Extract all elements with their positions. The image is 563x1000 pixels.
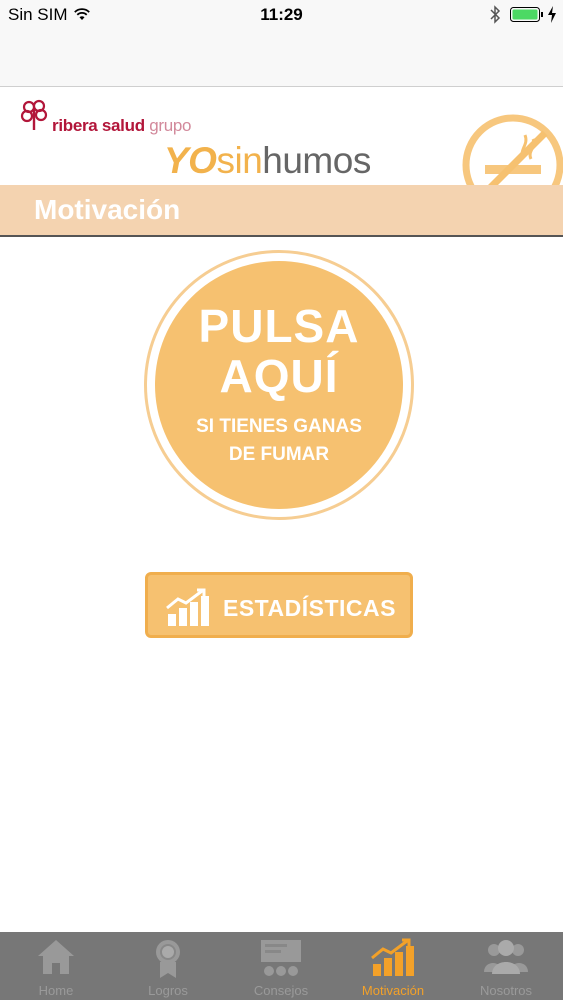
section-divider: [0, 235, 563, 237]
tab-home-label: Home: [38, 983, 74, 998]
clock: 11:29: [260, 5, 303, 24]
tab-motivacion-label: Motivación: [361, 983, 425, 998]
app-title: YOsinhumos: [164, 140, 371, 182]
bar-chart-icon: [371, 938, 414, 976]
charging-icon: [548, 6, 556, 23]
status-bar: Sin SIM 11:29: [0, 0, 563, 30]
ribera-salud-logo-icon: [20, 99, 48, 130]
tab-motivacion[interactable]: Motivación: [337, 932, 449, 1000]
statistics-label: ESTADÍSTICAS: [223, 595, 396, 621]
craving-button[interactable]: PULSA AQUÍ SI TIENES GANAS DE FUMAR: [144, 250, 414, 520]
board-icon: [261, 940, 301, 976]
craving-button-face: PULSA AQUÍ SI TIENES GANAS DE FUMAR: [155, 261, 403, 509]
app-title-yo: YO: [164, 140, 217, 181]
craving-subtitle-line1: SI TIENES GANAS: [196, 416, 362, 437]
brand-name: ribera salud grupo: [52, 116, 192, 136]
people-icon: [484, 940, 528, 974]
brand-name-light: grupo: [149, 116, 192, 135]
tab-logros-label: Logros: [148, 983, 188, 998]
medal-icon: [156, 940, 180, 978]
tab-home[interactable]: Home: [0, 932, 112, 1000]
craving-subtitle-line2: DE FUMAR: [228, 444, 330, 465]
navigation-bar: [0, 30, 563, 87]
bluetooth-icon: [490, 5, 501, 24]
tab-logros[interactable]: Logros: [112, 932, 224, 1000]
tab-nosotros[interactable]: Nosotros: [450, 932, 562, 1000]
section-title: Motivación: [34, 194, 181, 225]
battery-icon: [510, 7, 543, 22]
tab-nosotros-label: Nosotros: [479, 983, 533, 998]
home-icon: [38, 940, 74, 974]
tab-bar: Home Logros Consejos Motivación Nosotros: [0, 932, 563, 1000]
statistics-button[interactable]: ESTADÍSTICAS: [145, 572, 413, 638]
app-title-humos: humos: [262, 140, 371, 181]
app-title-sin: sin: [216, 140, 263, 181]
craving-subtitle: SI TIENES GANAS DE FUMAR: [196, 413, 362, 469]
craving-title-line2: AQUÍ: [219, 350, 339, 402]
craving-title-line1: PULSA: [198, 300, 360, 352]
app-header: ribera salud grupo YOsinhumos Motivación: [0, 87, 563, 237]
tab-consejos[interactable]: Consejos: [225, 932, 337, 1000]
tab-consejos-label: Consejos: [253, 983, 309, 998]
bar-chart-icon: [166, 588, 209, 626]
brand-name-bold: ribera salud: [52, 116, 145, 135]
